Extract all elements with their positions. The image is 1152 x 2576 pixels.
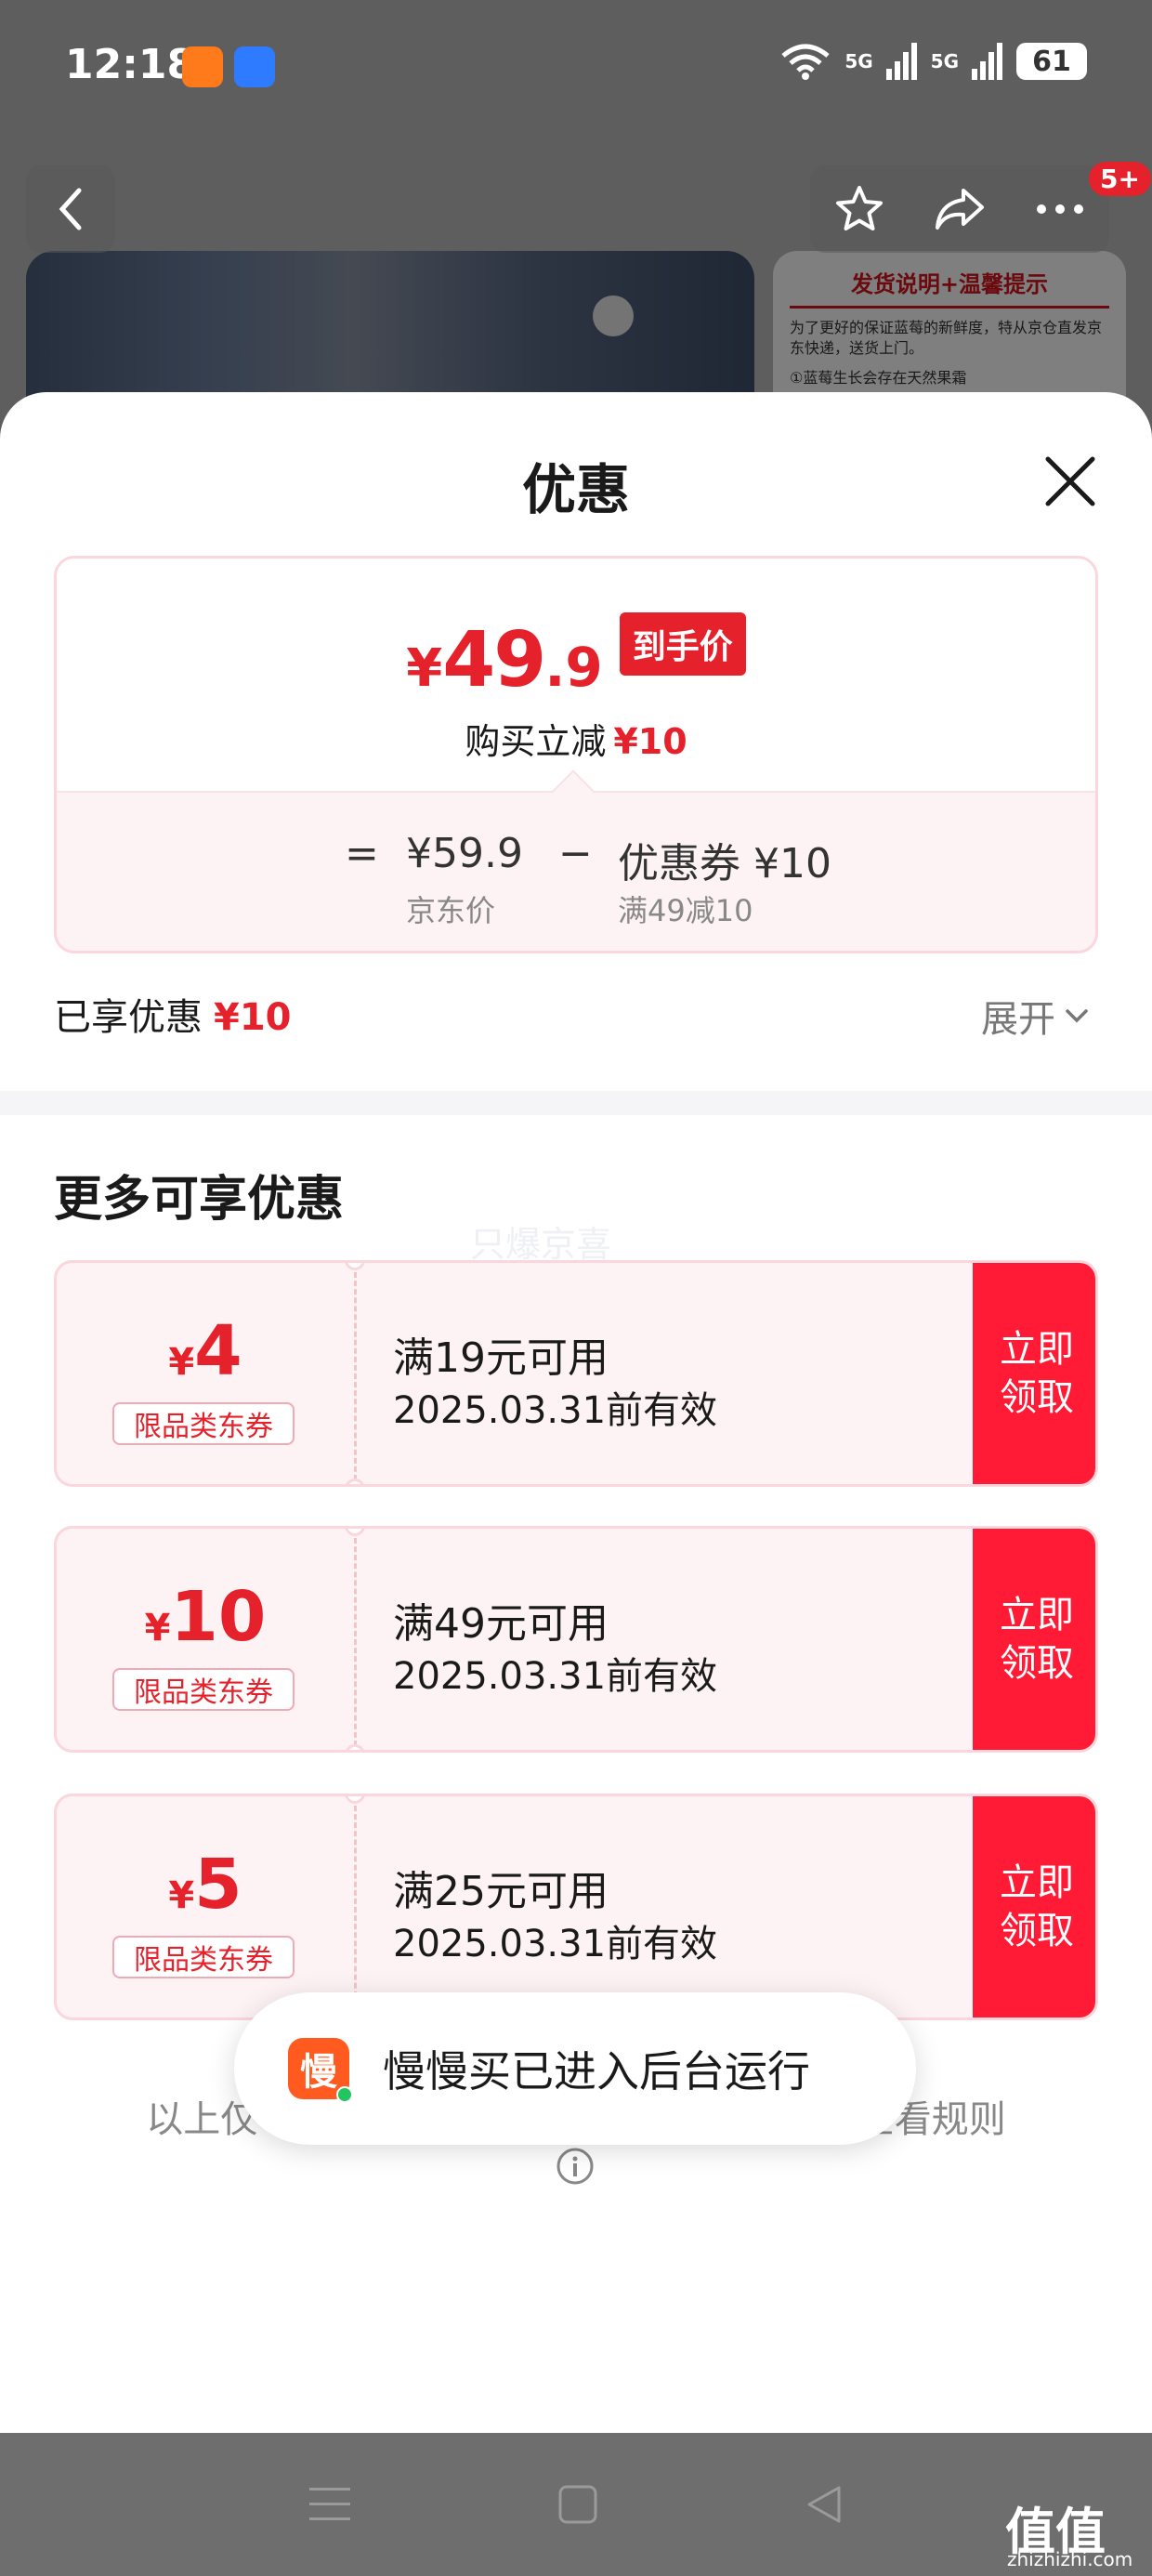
signal-icon	[885, 43, 917, 80]
coupon-currency: ¥	[168, 1874, 195, 1917]
menu-icon[interactable]	[308, 2484, 352, 2525]
watermark-text: 只爆京喜	[470, 1224, 612, 1265]
coupon-amount: ¥10	[57, 1577, 354, 1657]
network-label: 5G	[844, 50, 873, 72]
coupon-type-badge: 限品类东券	[112, 1668, 295, 1711]
expand-button[interactable]: 展开	[981, 989, 1089, 1043]
coupon-validity: 2025.03.31前有效	[393, 1389, 718, 1432]
more-discounts-title: 更多可享优惠	[54, 1172, 345, 1228]
coupon-type-badge: 限品类东券	[112, 1936, 295, 1978]
price-calculation: = ¥59.9 京东价 − 优惠券 ¥10 满49减10	[57, 791, 1095, 951]
claim-label-line2: 领取	[1000, 1376, 1074, 1419]
coupon-type-badge: 限品类东券	[112, 1402, 295, 1445]
coupon-validity: 2025.03.31前有效	[393, 1923, 718, 1965]
coupon-card: ¥10 限品类东券 满49元可用 2025.03.31前有效 立即 领取	[54, 1526, 1098, 1753]
background-running-toast: 慢 慢慢买已进入后台运行	[234, 1992, 916, 2145]
clock: 12:18	[65, 41, 196, 88]
instant-discount: 购买立减 ¥10	[57, 713, 1095, 764]
minus-sign: −	[558, 830, 593, 877]
coupon-separator	[354, 1538, 357, 1746]
chevron-left-icon	[59, 188, 82, 230]
top-actions	[810, 165, 1109, 253]
expand-label: 展开	[981, 998, 1055, 1041]
claim-label-line2: 领取	[1000, 1910, 1074, 1952]
enjoyed-label: 已享优惠	[54, 996, 203, 1039]
coupon-condition: 满19元可用	[393, 1334, 609, 1382]
equals-sign: =	[345, 830, 379, 877]
message-badge: 5+	[1089, 162, 1151, 196]
claim-coupon-button[interactable]: 立即 领取	[973, 1529, 1095, 1750]
app-logo-icon: 慢	[288, 2038, 353, 2103]
back-triangle-icon[interactable]	[804, 2484, 844, 2525]
price-integer: 49	[442, 616, 546, 704]
coupon-amount: ¥5	[57, 1845, 354, 1925]
coupon-card: ¥5 限品类东券 满25元可用 2025.03.31前有效 立即 领取	[54, 1794, 1098, 2020]
coupon-notch	[345, 1479, 365, 1484]
coupon-value: 4	[194, 1311, 242, 1391]
coupon-notch	[345, 1744, 365, 1750]
coupon-value-section: ¥5 限品类东券	[57, 1796, 354, 2017]
claim-coupon-button[interactable]: 立即 领取	[973, 1263, 1095, 1484]
share-icon[interactable]	[932, 183, 988, 235]
jd-price: ¥59.9	[406, 830, 523, 877]
site-watermark-url: zhizhizhi.com	[1007, 2548, 1133, 2570]
coupon-condition: 满49减10	[618, 893, 753, 928]
coupon-value: 5	[194, 1845, 242, 1925]
coupon-separator	[354, 1272, 357, 1480]
app-notification-icon	[234, 46, 275, 87]
home-icon[interactable]	[557, 2484, 598, 2525]
battery-icon: 61	[1016, 43, 1087, 80]
app-logo-char: 慢	[300, 2051, 337, 2094]
enjoyed-amount: ¥10	[214, 996, 292, 1039]
section-divider	[0, 1091, 1152, 1115]
star-icon[interactable]	[833, 183, 885, 235]
final-price-section: ¥ 49 .9 到手价 购买立减 ¥10	[57, 559, 1095, 791]
enjoyed-discount: 已享优惠 ¥10	[54, 987, 292, 1041]
status-dot	[336, 2086, 353, 2103]
claim-label-line1: 立即	[1000, 1328, 1074, 1371]
final-price: ¥ 49 .9 到手价	[57, 612, 1095, 704]
coupon-value: 10	[170, 1577, 267, 1657]
close-icon	[1045, 456, 1095, 506]
instant-discount-amount: ¥10	[613, 721, 687, 762]
status-bar: 12:18 5G 5G 61	[0, 0, 1152, 139]
claim-label-line1: 立即	[1000, 1594, 1074, 1636]
chevron-down-icon	[1066, 1009, 1088, 1023]
coupon-currency: ¥	[168, 1341, 195, 1384]
coupon-currency: ¥	[144, 1607, 171, 1649]
close-button[interactable]	[1033, 444, 1107, 519]
notice-left-text: 以上仅	[146, 2098, 258, 2141]
coupon-value-section: ¥4 限品类东券	[57, 1263, 354, 1484]
claim-label-line1: 立即	[1000, 1861, 1074, 1904]
coupon-card: ¥4 限品类东券 满19元可用 2025.03.31前有效 立即 领取	[54, 1260, 1098, 1487]
coupon-condition: 满49元可用	[393, 1600, 609, 1648]
final-price-tag: 到手价	[619, 612, 746, 676]
coupon-value-section: ¥10 限品类东券	[57, 1529, 354, 1750]
coupon-discount: 优惠券 ¥10	[618, 840, 831, 887]
system-navigation-bar	[0, 2433, 1152, 2576]
coupon-condition: 满25元可用	[393, 1868, 609, 1915]
price-breakdown-card: ¥ 49 .9 到手价 购买立减 ¥10 = ¥59.9 京东价 − 优惠券 ¥1…	[54, 556, 1098, 953]
toast-message: 慢慢买已进入后台运行	[383, 2046, 810, 2096]
claim-coupon-button[interactable]: 立即 领取	[973, 1796, 1095, 2017]
signal-icon	[972, 43, 1002, 80]
instant-discount-label: 购买立减	[465, 721, 607, 762]
back-button[interactable]	[26, 165, 115, 253]
info-icon[interactable]	[556, 2147, 595, 2186]
network-label: 5G	[930, 50, 959, 72]
app-notification-icon	[182, 46, 223, 87]
claim-label-line2: 领取	[1000, 1642, 1074, 1685]
coupon-validity: 2025.03.31前有效	[393, 1655, 718, 1698]
sheet-title: 优惠	[521, 458, 630, 521]
more-icon[interactable]	[1034, 202, 1086, 217]
wifi-icon	[781, 44, 830, 80]
system-icons: 5G 5G 61	[779, 43, 1087, 80]
jd-price-label: 京东价	[406, 893, 496, 928]
price-decimal: .9	[544, 636, 603, 699]
coupon-separator	[354, 1806, 357, 2014]
currency-symbol: ¥	[406, 638, 443, 699]
coupon-amount: ¥4	[57, 1311, 354, 1391]
